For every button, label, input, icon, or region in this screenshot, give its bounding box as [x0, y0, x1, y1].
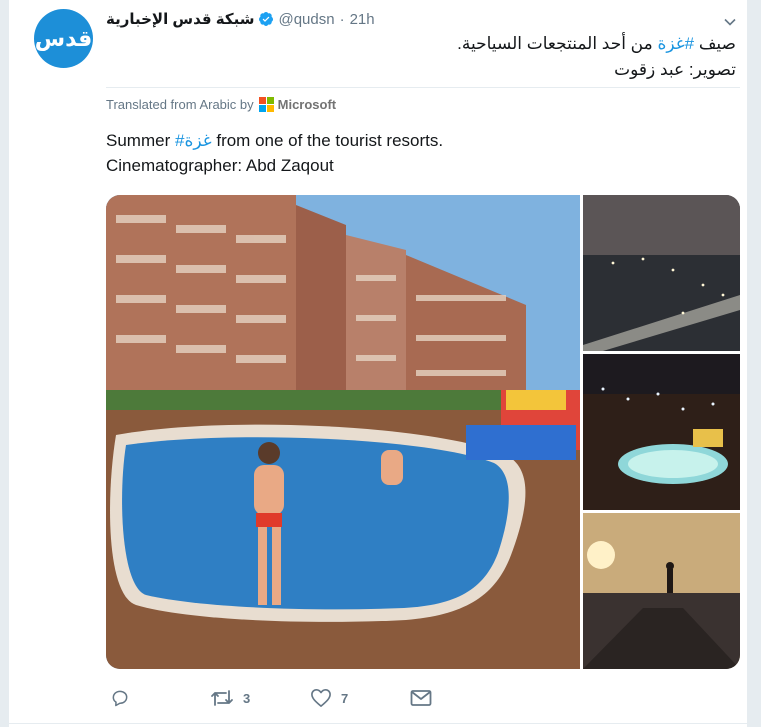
card-divider	[9, 723, 747, 724]
retweet-count: 3	[243, 690, 251, 706]
envelope-icon	[410, 690, 432, 706]
verified-badge-icon	[258, 11, 274, 27]
tweet-actions: 3 7	[106, 684, 546, 712]
photo-pier-night[interactable]	[583, 195, 740, 351]
photo-pool[interactable]	[106, 195, 580, 669]
direct-message-button[interactable]	[410, 689, 432, 707]
like-button[interactable]: 7	[310, 688, 348, 708]
english-line-2: Cinematographer: Abd Zaqout	[106, 156, 334, 175]
microsoft-logo-icon	[258, 97, 274, 112]
photo-pool-night[interactable]	[583, 354, 740, 510]
reply-icon	[112, 690, 128, 707]
hashtag-link[interactable]: #غزة	[175, 131, 212, 150]
author-name[interactable]: شبكة قدس الإخبارية	[106, 10, 254, 28]
avatar[interactable]: قدس	[34, 9, 93, 68]
like-count: 7	[341, 690, 349, 706]
author-handle[interactable]: @qudsn	[278, 11, 334, 28]
english-line-1: Summer #غزة from one of the tourist reso…	[106, 128, 443, 153]
avatar-text: قدس	[34, 25, 93, 51]
chevron-down-icon[interactable]	[720, 12, 740, 32]
translation-attribution: Translated from Arabic by Microsoft	[106, 97, 336, 112]
translated-label: Translated from Arabic by	[106, 97, 254, 112]
separator-dot: ·	[339, 10, 345, 28]
heart-icon	[311, 689, 331, 707]
tweet-text-arabic: صيف #غزة من أحد المنتجعات السياحية.	[106, 32, 736, 56]
translation-divider	[106, 87, 740, 88]
translator-name: Microsoft	[277, 97, 337, 112]
hashtag-link[interactable]: #غزة	[657, 34, 694, 53]
arabic-text-part: من أحد المنتجعات السياحية.	[457, 34, 658, 53]
photo-grid	[106, 195, 740, 669]
tweet-text-translated: Summer #غزة from one of the tourist reso…	[106, 128, 443, 178]
reply-button[interactable]	[110, 688, 139, 708]
tweet-text-arabic-credit: تصوير: عبد زقوت	[614, 60, 736, 79]
retweet-button[interactable]: 3	[210, 688, 250, 708]
retweet-icon	[211, 690, 233, 706]
photo-sunset-pier[interactable]	[583, 513, 740, 669]
tweet-header: شبكة قدس الإخبارية @qudsn · 21h	[106, 8, 375, 30]
tweet-card[interactable]: قدس شبكة قدس الإخبارية @qudsn · 21h صيف …	[8, 0, 748, 727]
english-text-part: from one of the tourist resorts.	[211, 131, 444, 150]
arabic-text-part: صيف	[694, 34, 736, 53]
timestamp[interactable]: 21h	[350, 11, 375, 28]
english-text-part: Summer	[106, 131, 175, 150]
